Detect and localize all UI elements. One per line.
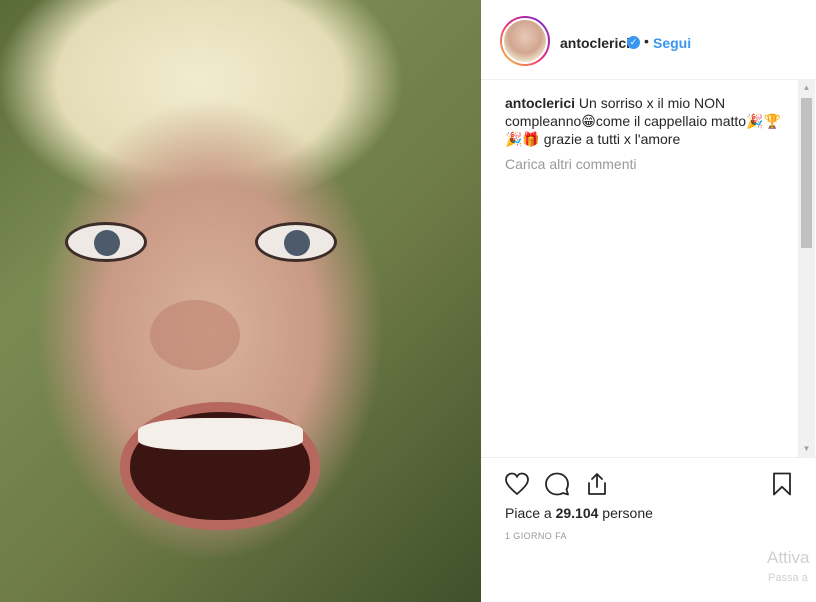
photo-nose [150, 300, 240, 370]
likes-number: 29.104 [555, 505, 599, 521]
comments-scrollbar[interactable]: ▲ ▼ [798, 80, 815, 457]
header-username[interactable]: antoclerici [560, 35, 630, 51]
scroll-up-arrow-icon[interactable]: ▲ [798, 83, 815, 95]
verified-badge-icon: ✓ [627, 36, 640, 49]
scroll-thumb[interactable] [801, 98, 812, 248]
post-caption: antoclerici Un sorriso x il mio NON comp… [505, 94, 785, 148]
likes-count[interactable]: Piace a 29.104 persone [505, 505, 653, 521]
post-timestamp[interactable]: 1 GIORNO FA [505, 531, 567, 541]
os-activation-watermark-subtitle: Passa a [768, 572, 808, 584]
load-more-comments-button[interactable]: Carica altri commenti [505, 156, 636, 172]
comment-icon[interactable] [543, 470, 571, 498]
post-header: antoclerici ✓ • Segui [481, 2, 816, 80]
comments-area: antoclerici Un sorriso x il mio NON comp… [481, 80, 816, 457]
bookmark-icon[interactable] [768, 470, 796, 498]
separator-dot: • [644, 33, 649, 49]
post-photo[interactable] [0, 0, 481, 602]
photo-teeth [138, 418, 303, 450]
avatar-image [502, 18, 548, 64]
photo-left-eye [65, 222, 147, 262]
likes-prefix: Piace a [505, 505, 556, 521]
share-icon[interactable] [583, 470, 611, 498]
post-actions: Piace a 29.104 persone 1 GIORNO FA Attiv… [481, 457, 816, 602]
likes-suffix: persone [598, 505, 653, 521]
photo-right-eye [255, 222, 337, 262]
scroll-down-arrow-icon[interactable]: ▼ [798, 444, 815, 456]
avatar[interactable] [500, 16, 550, 66]
follow-button[interactable]: Segui [653, 35, 691, 51]
heart-icon[interactable] [503, 470, 531, 498]
os-activation-watermark-title: Attiva [767, 548, 810, 567]
instagram-post-view: antoclerici ✓ • Segui antoclerici Un sor… [0, 0, 816, 602]
post-side-panel: antoclerici ✓ • Segui antoclerici Un sor… [481, 0, 816, 602]
caption-username[interactable]: antoclerici [505, 95, 575, 111]
